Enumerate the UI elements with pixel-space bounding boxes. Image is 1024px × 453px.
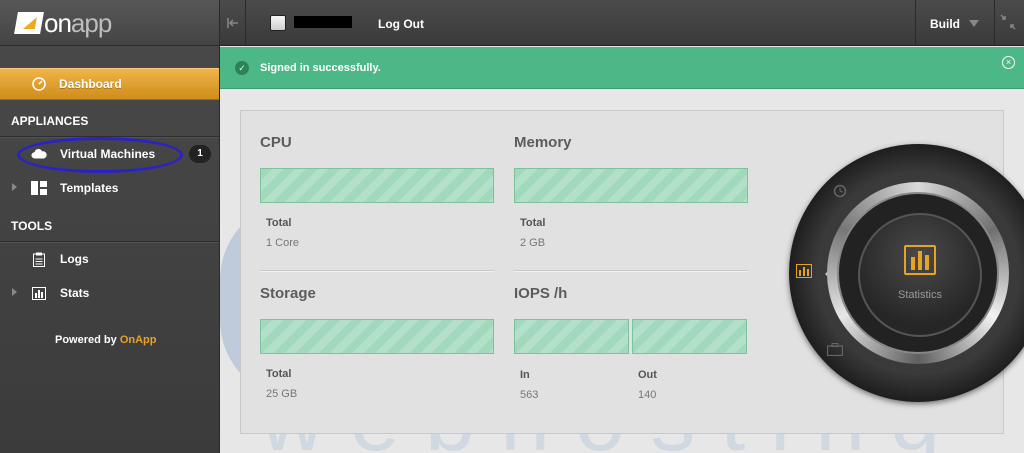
iops-title: IOPS /h xyxy=(514,285,568,302)
build-dropdown[interactable]: Build xyxy=(915,0,995,46)
expand-arrow-icon[interactable] xyxy=(12,288,17,296)
iops-out-label: Out xyxy=(638,369,657,381)
statistics-label: Statistics xyxy=(897,289,942,301)
cloud-icon xyxy=(31,147,47,161)
sidebar-item-label: Stats xyxy=(60,286,90,300)
success-alert: ✓ Signed in successfully. × xyxy=(220,47,1024,89)
storage-usage-bar xyxy=(260,319,494,354)
sidebar: onapp Dashboard APPLIANCES Virtual Machi… xyxy=(0,0,220,453)
sidebar-item-dashboard[interactable]: Dashboard xyxy=(0,68,219,100)
iops-out-value: 140 xyxy=(638,389,657,401)
iops-out-bar xyxy=(632,319,747,354)
compress-icon xyxy=(1000,14,1016,30)
user-avatar-checkbox[interactable] xyxy=(270,15,286,31)
storage-total-value: 25 GB xyxy=(266,388,298,400)
clipboard-icon xyxy=(31,252,47,267)
dashboard-gauge-icon xyxy=(32,77,46,91)
briefcase-icon[interactable] xyxy=(826,340,844,358)
storage-total-label: Total xyxy=(266,368,292,380)
collapse-icon xyxy=(226,18,238,28)
cpu-total-value: 1 Core xyxy=(266,237,300,249)
cpu-title: CPU xyxy=(260,134,292,151)
chevron-down-icon xyxy=(969,20,979,27)
iops-in-bar xyxy=(514,319,629,354)
sidebar-item-stats[interactable]: Stats xyxy=(0,276,219,310)
bar-chart-icon xyxy=(31,286,47,300)
storage-title: Storage xyxy=(260,285,316,302)
memory-usage-bar xyxy=(514,168,748,203)
cpu-usage-bar xyxy=(260,168,494,203)
clock-icon[interactable] xyxy=(831,182,849,200)
sidebar-item-logs[interactable]: Logs xyxy=(0,242,219,276)
build-label: Build xyxy=(930,17,960,31)
sidebar-item-virtual-machines[interactable]: Virtual Machines 1 xyxy=(0,137,219,171)
redacted-username xyxy=(294,16,352,28)
sidebar-item-label: Templates xyxy=(60,181,119,195)
dial-ring: Statistics xyxy=(827,182,1009,364)
sidebar-item-label: Logs xyxy=(60,252,89,266)
memory-title: Memory xyxy=(514,134,572,151)
dashboard-label: Dashboard xyxy=(59,77,122,91)
logout-link[interactable]: Log Out xyxy=(378,17,424,31)
fullscreen-toggle-button[interactable] xyxy=(998,12,1018,32)
sidebar-item-label: Virtual Machines xyxy=(60,147,156,161)
logo-text: onapp xyxy=(44,7,112,38)
onapp-logo[interactable]: onapp xyxy=(0,0,219,46)
sidebar-item-templates[interactable]: Templates xyxy=(0,171,219,205)
onapp-logo-icon xyxy=(14,11,44,34)
expand-arrow-icon[interactable] xyxy=(12,183,17,191)
iops-in-label: In xyxy=(520,369,530,381)
iops-in-value: 563 xyxy=(520,389,539,401)
divider xyxy=(514,270,748,271)
statistics-button[interactable]: Statistics xyxy=(858,213,982,337)
stats-selected-icon[interactable] xyxy=(795,262,813,280)
topbar: Log Out Build xyxy=(220,0,1024,46)
divider xyxy=(260,270,494,271)
close-alert-button[interactable]: × xyxy=(1002,56,1015,69)
onapp-link[interactable]: OnApp xyxy=(120,334,157,346)
templates-icon xyxy=(31,181,47,195)
section-appliances: APPLIANCES xyxy=(0,100,219,137)
statistics-icon xyxy=(904,245,936,275)
powered-by: Powered by OnApp xyxy=(55,334,157,346)
memory-total-value: 2 GB xyxy=(520,237,546,249)
alert-message: Signed in successfully. xyxy=(260,62,381,74)
memory-total-label: Total xyxy=(520,217,546,229)
vm-count-badge: 1 xyxy=(189,145,211,163)
cpu-total-label: Total xyxy=(266,217,292,229)
check-circle-icon: ✓ xyxy=(235,61,249,75)
collapse-sidebar-button[interactable] xyxy=(220,0,246,46)
section-tools: TOOLS xyxy=(0,205,219,242)
